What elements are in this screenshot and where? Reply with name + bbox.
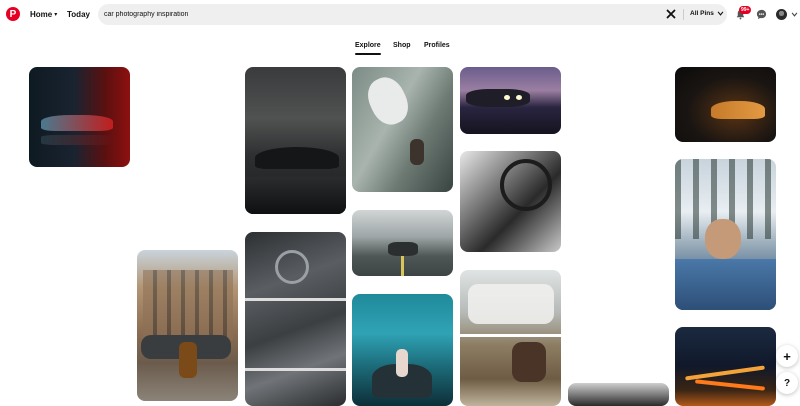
pin-classic-car-interior-couple[interactable] xyxy=(460,270,561,406)
search-bar[interactable]: All Pins xyxy=(98,4,727,25)
tab-profiles[interactable]: Profiles xyxy=(424,42,450,49)
account-chevron-down-icon[interactable] xyxy=(791,11,798,18)
close-icon[interactable] xyxy=(665,8,677,20)
pin-woman-sitting-by-classic-car-street[interactable] xyxy=(137,250,238,401)
pin-woman-on-car-blue-smoke[interactable] xyxy=(352,294,453,406)
pin-light-trails-night-road[interactable] xyxy=(675,327,776,406)
notifications-badge: 99+ xyxy=(739,6,752,14)
nav-today-link[interactable]: Today xyxy=(67,10,90,19)
messages-chat-icon[interactable] xyxy=(756,9,767,20)
pin-mercedes-grille-closeup[interactable] xyxy=(245,232,346,406)
create-plus-button[interactable]: + xyxy=(776,345,798,367)
pin-classic-car-night-reflection[interactable] xyxy=(460,67,561,134)
search-input[interactable] xyxy=(104,7,654,22)
top-nav-bar: P Home ▾ Today All Pins 99+ xyxy=(0,0,800,30)
search-divider xyxy=(683,9,684,20)
all-pins-label: All Pins xyxy=(690,10,714,17)
pinterest-logo-icon[interactable]: P xyxy=(6,7,20,21)
search-type-tabs: Explore Shop Profiles xyxy=(0,40,800,56)
tab-shop[interactable]: Shop xyxy=(393,42,411,49)
pin-aerial-white-roadster[interactable] xyxy=(352,67,453,192)
nav-home-label: Home xyxy=(30,10,53,19)
chevron-down-icon: ▾ xyxy=(54,12,58,18)
pin-car-on-forest-road[interactable] xyxy=(352,210,453,276)
pin-vintage-steering-wheel-bw[interactable] xyxy=(460,151,561,252)
pin-orange-sports-car-dark[interactable] xyxy=(675,67,776,142)
pin-porsche-in-dark-garage[interactable] xyxy=(245,67,346,214)
all-pins-filter-button[interactable]: All Pins xyxy=(690,10,724,17)
pin-woman-in-car-snowy-forest[interactable] xyxy=(675,159,776,310)
pin-dark-car-partial[interactable] xyxy=(568,383,669,406)
user-avatar[interactable] xyxy=(776,9,787,20)
help-button[interactable]: ? xyxy=(776,372,798,394)
pin-red-sports-car-reflection[interactable] xyxy=(29,67,130,167)
tab-explore[interactable]: Explore xyxy=(355,42,381,49)
nav-home-button[interactable]: Home ▾ xyxy=(30,10,57,19)
active-tab-underline xyxy=(355,53,381,55)
chevron-down-icon xyxy=(717,11,724,16)
